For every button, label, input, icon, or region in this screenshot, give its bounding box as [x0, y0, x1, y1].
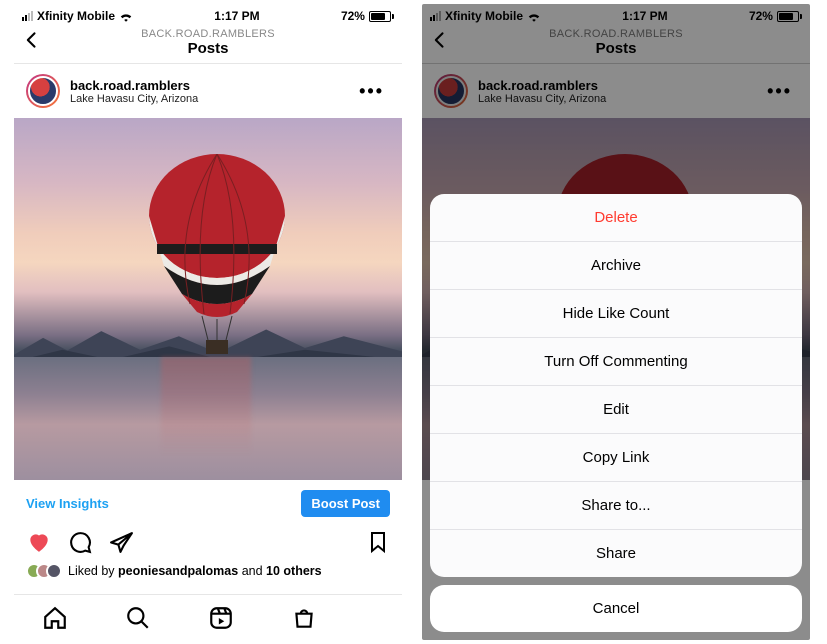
sheet-item-turn-off-commenting[interactable]: Turn Off Commenting — [430, 337, 802, 385]
tab-profile[interactable] — [370, 614, 378, 622]
sheet-item-delete[interactable]: Delete — [430, 194, 802, 241]
sheet-item-hide-likes[interactable]: Hide Like Count — [430, 289, 802, 337]
tab-bar — [14, 594, 402, 640]
battery-pct-label: 72% — [341, 9, 365, 23]
status-right: 72% — [341, 9, 394, 23]
battery-icon — [369, 11, 394, 22]
action-sheet-group: Delete Archive Hide Like Count Turn Off … — [430, 194, 802, 577]
like-button[interactable] — [26, 529, 52, 555]
nav-header: BACK.ROAD.RAMBLERS Posts — [14, 26, 402, 64]
breadcrumb: BACK.ROAD.RAMBLERS — [14, 28, 402, 40]
tab-reels[interactable] — [204, 601, 238, 635]
boost-post-button[interactable]: Boost Post — [301, 490, 390, 517]
status-bar: Xfinity Mobile 1:17 PM 72% — [14, 4, 402, 26]
view-insights-link[interactable]: View Insights — [26, 496, 109, 511]
tab-home[interactable] — [38, 601, 72, 635]
location-label: Lake Havasu City, Arizona — [70, 93, 343, 105]
status-left: Xfinity Mobile — [22, 9, 133, 23]
comment-button[interactable] — [68, 530, 93, 555]
save-button[interactable] — [366, 530, 390, 554]
avatar[interactable] — [26, 74, 60, 108]
signal-icon — [22, 11, 33, 21]
action-sheet: Delete Archive Hide Like Count Turn Off … — [430, 194, 802, 632]
carrier-label: Xfinity Mobile — [37, 9, 115, 23]
action-sheet-cancel-group: Cancel — [430, 585, 802, 632]
clock-label: 1:17 PM — [214, 9, 259, 23]
sheet-item-share[interactable]: Share — [430, 529, 802, 577]
sheet-item-copy-link[interactable]: Copy Link — [430, 433, 802, 481]
sheet-item-share-to[interactable]: Share to... — [430, 481, 802, 529]
tab-shop[interactable] — [287, 601, 321, 635]
username-label: back.road.ramblers — [70, 78, 343, 93]
phone-left: Xfinity Mobile 1:17 PM 72% BACK.ROAD.RAM… — [14, 4, 402, 640]
likes-row[interactable]: Liked by peoniesandpalomas and 10 others — [14, 561, 402, 581]
balloon-image — [142, 154, 292, 364]
like-avatars — [26, 563, 62, 579]
insights-row: View Insights Boost Post — [14, 480, 402, 525]
page-title: Posts — [14, 40, 402, 57]
likes-text: Liked by peoniesandpalomas and 10 others — [68, 564, 322, 578]
wifi-icon — [119, 11, 133, 22]
actions-row — [14, 525, 402, 561]
user-block[interactable]: back.road.ramblers Lake Havasu City, Ari… — [70, 78, 343, 105]
phone-right: Xfinity Mobile 1:17 PM 72% BACK.ROAD.RAM… — [422, 4, 810, 640]
post-header: back.road.ramblers Lake Havasu City, Ari… — [14, 64, 402, 118]
share-button[interactable] — [109, 530, 134, 555]
back-button[interactable] — [22, 30, 42, 50]
sheet-item-archive[interactable]: Archive — [430, 241, 802, 289]
tab-search[interactable] — [121, 601, 155, 635]
sheet-cancel-button[interactable]: Cancel — [430, 585, 802, 632]
more-options-button[interactable]: ••• — [353, 77, 390, 106]
sheet-item-edit[interactable]: Edit — [430, 385, 802, 433]
post-image[interactable] — [14, 118, 402, 480]
